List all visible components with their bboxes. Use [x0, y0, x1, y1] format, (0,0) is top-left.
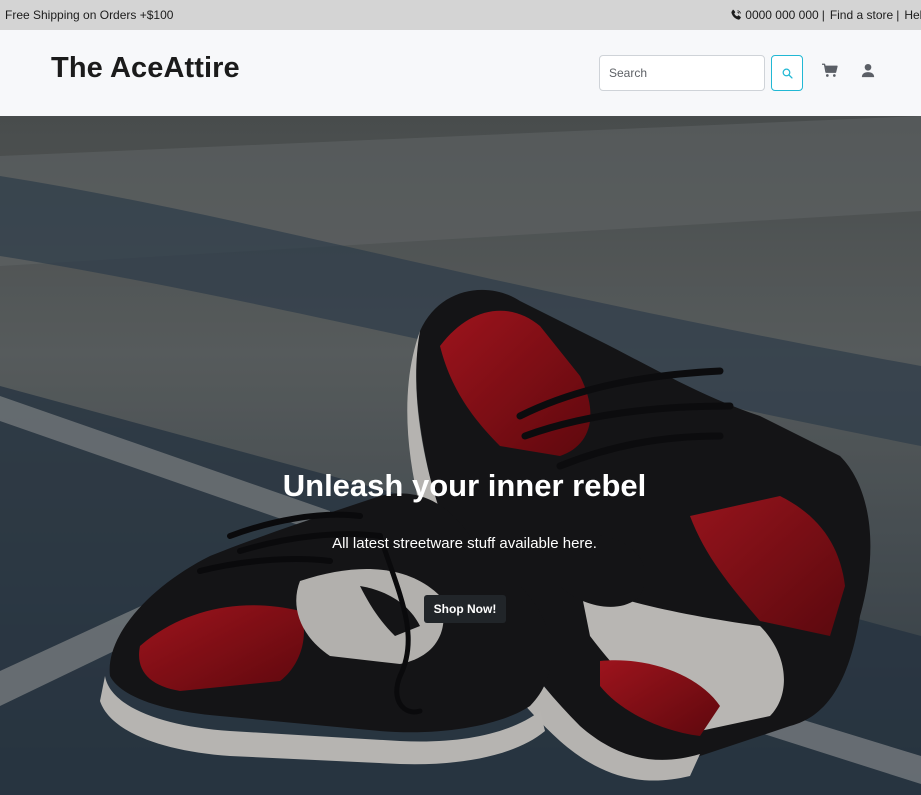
user-icon	[861, 63, 875, 77]
topbar-links: 0000 000 000 | Find a store | Help	[730, 8, 921, 22]
help-link[interactable]: Help	[904, 8, 921, 22]
phone-icon	[730, 9, 742, 21]
brand-logo[interactable]: The AceAttire	[51, 52, 240, 85]
find-store-link[interactable]: Find a store	[830, 8, 893, 22]
account-button[interactable]	[858, 60, 878, 80]
search-button[interactable]	[771, 55, 803, 91]
phone-number: 0000 000 000	[745, 8, 819, 22]
separator: |	[896, 8, 900, 22]
hero-banner: Unleash your inner rebel All latest stre…	[0, 116, 921, 795]
shop-now-button[interactable]: Shop Now!	[424, 595, 506, 623]
free-shipping-text: Free Shipping on Orders +$100	[5, 8, 174, 22]
search-icon	[782, 68, 793, 79]
hero-title: Unleash your inner rebel	[282, 468, 647, 503]
hero-subtitle: All latest streetware stuff available he…	[332, 535, 597, 552]
separator: |	[821, 8, 825, 22]
phone-contact[interactable]: 0000 000 000	[730, 8, 819, 22]
cart-button[interactable]	[819, 60, 839, 80]
search-input[interactable]	[599, 55, 765, 91]
cart-icon	[821, 63, 838, 77]
sneakers-hero-image	[0, 116, 921, 795]
site-header: The AceAttire	[0, 30, 921, 116]
top-announcement-bar: Free Shipping on Orders +$100 0000 000 0…	[0, 0, 921, 30]
